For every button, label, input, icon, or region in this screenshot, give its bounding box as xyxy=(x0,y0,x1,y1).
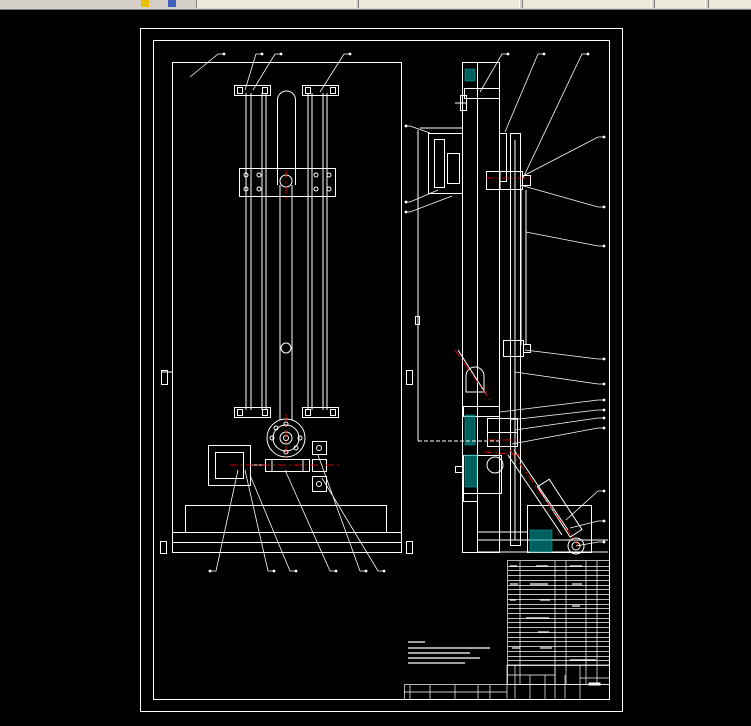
leaders-right xyxy=(499,136,604,547)
front-view xyxy=(160,62,413,554)
leaders-bottom xyxy=(210,454,384,572)
center-lines xyxy=(230,170,581,549)
side-view xyxy=(420,62,608,555)
leaders-top xyxy=(189,53,588,179)
bom-table xyxy=(507,560,610,685)
cad-drawing[interactable] xyxy=(0,0,751,726)
hatch-sections xyxy=(464,68,553,553)
notes-block xyxy=(408,641,490,664)
bom-text-marks xyxy=(510,565,596,661)
title-block xyxy=(404,664,610,700)
sheet-outer-border xyxy=(140,28,623,712)
